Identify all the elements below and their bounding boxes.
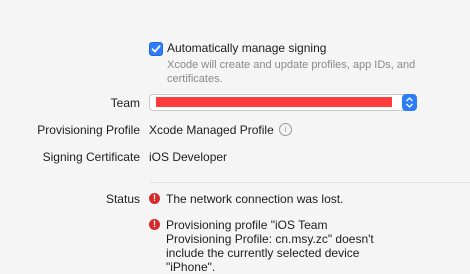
signing-certificate-label: Signing Certificate bbox=[42, 150, 140, 164]
auto-manage-signing-label[interactable]: Automatically manage signing bbox=[167, 41, 326, 55]
auto-manage-signing-help: Xcode will create and update profiles, a… bbox=[167, 59, 416, 85]
error-icon: ! bbox=[149, 219, 160, 230]
auto-manage-signing-checkbox[interactable] bbox=[149, 42, 163, 56]
checkmark-icon bbox=[151, 45, 161, 53]
provisioning-profile-value: Xcode Managed Profile bbox=[149, 123, 274, 137]
info-icon[interactable]: i bbox=[279, 123, 292, 136]
team-redacted-value bbox=[156, 97, 392, 107]
status-label: Status bbox=[105, 192, 140, 206]
chevron-up-down-icon bbox=[406, 97, 413, 108]
signing-certificate-value: iOS Developer bbox=[149, 150, 228, 164]
team-select-stepper[interactable] bbox=[402, 94, 417, 111]
status-error-message: The network connection was lost. bbox=[166, 192, 344, 206]
error-icon: ! bbox=[149, 193, 160, 204]
divider bbox=[150, 182, 470, 183]
team-label: Team bbox=[110, 96, 140, 110]
status-error-message: Provisioning profile "iOS Team Provision… bbox=[166, 218, 374, 274]
provisioning-profile-label: Provisioning Profile bbox=[37, 123, 140, 137]
